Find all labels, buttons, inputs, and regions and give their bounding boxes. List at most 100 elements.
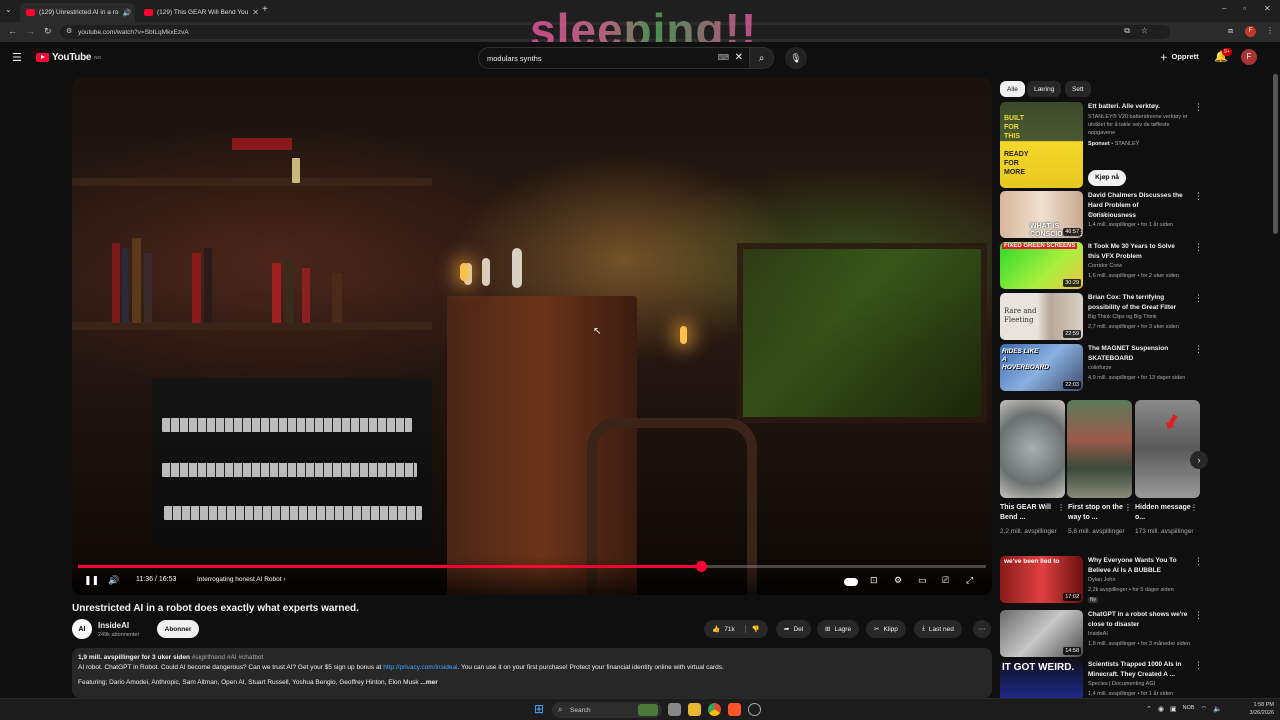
fullscreen-icon[interactable]: ⤢ bbox=[966, 575, 973, 586]
channel-name[interactable]: InsideAI bbox=[98, 621, 129, 630]
subscribe-button[interactable]: Abonner bbox=[157, 620, 199, 638]
clear-search-icon[interactable]: ✕ bbox=[735, 52, 743, 63]
windows-start-icon[interactable]: ⊞ bbox=[534, 702, 544, 716]
hashtags[interactable]: #sigirlfriend #AI #chatbot bbox=[192, 654, 264, 661]
short-thumbnail[interactable] bbox=[1000, 400, 1065, 498]
more-options-icon[interactable]: ⋮ bbox=[1194, 102, 1203, 113]
miniplayer-icon[interactable]: ▭ bbox=[918, 575, 927, 586]
ad-thumb-text: BUILT FOR THIS bbox=[1004, 115, 1025, 140]
clock[interactable]: 1:58 PM 3/26/2026 bbox=[1250, 701, 1274, 717]
duration-badge: 22:59 bbox=[1063, 330, 1081, 338]
close-window-icon[interactable]: ✕ bbox=[1264, 4, 1271, 13]
more-actions-button[interactable]: ⋯ bbox=[973, 620, 991, 638]
short-thumbnail[interactable]: ⬇ bbox=[1135, 400, 1200, 498]
file-explorer-icon[interactable] bbox=[688, 703, 701, 716]
description-box[interactable]: 1,9 mill. avspillinger for 3 uker siden … bbox=[72, 648, 992, 698]
chip-learning[interactable]: Læring bbox=[1027, 81, 1062, 97]
more-options-icon[interactable]: ⋮ bbox=[1057, 503, 1065, 512]
video-card-meta: 1,4 mill. avspillinger • for 1 år siden bbox=[1088, 222, 1174, 228]
description-link[interactable]: http://privacy.com/insideai bbox=[383, 664, 457, 671]
like-button[interactable]: 👍 71k 👎 bbox=[704, 620, 768, 638]
chip-watched[interactable]: Sett bbox=[1065, 81, 1091, 97]
more-options-icon[interactable]: ⋮ bbox=[1124, 503, 1132, 512]
app-icon[interactable] bbox=[748, 703, 761, 716]
search-button[interactable]: ⌕ bbox=[750, 47, 774, 69]
more-options-icon[interactable]: ⋮ bbox=[1194, 344, 1203, 355]
voice-search-button[interactable]: 🎙 bbox=[785, 47, 807, 69]
restore-icon[interactable]: ▫ bbox=[1243, 4, 1246, 13]
chip-all[interactable]: Alle bbox=[1000, 81, 1025, 97]
more-options-icon[interactable]: ⋮ bbox=[1194, 660, 1200, 671]
cast-icon[interactable]: ⎚ bbox=[942, 575, 949, 586]
brave-icon[interactable] bbox=[728, 703, 741, 716]
shorts-next-button[interactable]: › bbox=[1190, 451, 1208, 469]
subtitles-icon[interactable]: ⊡ bbox=[870, 575, 878, 586]
more-options-icon[interactable]: ⋮ bbox=[1194, 556, 1203, 567]
save-button[interactable]: ⊞ Lagre bbox=[817, 620, 860, 638]
chapter-title[interactable]: Interrogating honest AI Robot › bbox=[197, 576, 286, 583]
duration-badge: 17:02 bbox=[1063, 593, 1081, 601]
back-icon[interactable]: ← bbox=[8, 26, 17, 36]
account-avatar[interactable]: F bbox=[1241, 49, 1257, 65]
autoplay-toggle[interactable] bbox=[844, 578, 858, 586]
related-video-card[interactable]: Rare and Fleeting 22:59 Brian Cox: The t… bbox=[1000, 293, 1203, 341]
close-tab-icon[interactable]: ✕ bbox=[252, 8, 258, 17]
related-video-card[interactable]: RIDES LIKE A HOVERBOARD 22:03 The MAGNET… bbox=[1000, 344, 1203, 392]
install-icon[interactable]: ⧉ bbox=[1124, 26, 1130, 36]
forward-icon[interactable]: → bbox=[26, 26, 35, 36]
related-video-card[interactable]: FIXED GREEN SCREENS 30:29 It Took Me 30 … bbox=[1000, 242, 1203, 290]
profile-avatar[interactable]: F bbox=[1245, 26, 1256, 37]
task-view-icon[interactable] bbox=[668, 703, 681, 716]
taskbar-search-label: Search bbox=[570, 706, 591, 714]
notifications-button[interactable]: 🔔 9+ bbox=[1214, 48, 1232, 63]
system-tray[interactable]: ⌃ ◉ ▣ NOB ⌔ 🔈 bbox=[1146, 705, 1222, 714]
minimize-icon[interactable]: – bbox=[1222, 4, 1226, 13]
related-video-card[interactable]: 14:58 ChatGPT in a robot shows we're clo… bbox=[1000, 610, 1203, 658]
bookmark-star-icon[interactable]: ☆ bbox=[1141, 26, 1148, 35]
channel-avatar[interactable]: AI bbox=[72, 619, 92, 639]
volume-icon[interactable]: 🔊 bbox=[108, 575, 119, 586]
new-tab-icon[interactable]: + bbox=[262, 4, 268, 15]
taskbar-search[interactable]: ⌕ Search bbox=[552, 702, 662, 718]
ad-card[interactable]: BUILT FOR THIS READY FOR MORE Ett batter… bbox=[1000, 102, 1203, 190]
more-options-icon[interactable]: ⋮ bbox=[1194, 191, 1203, 202]
thumbs-down-icon[interactable]: 👎 bbox=[744, 625, 760, 633]
share-label: Del bbox=[793, 625, 804, 633]
related-video-card[interactable]: IT GOT WEIRD. Scientists Trapped 1000 AI… bbox=[1000, 660, 1200, 698]
page-scrollbar[interactable] bbox=[1273, 74, 1278, 234]
short-thumbnail[interactable] bbox=[1067, 400, 1132, 498]
more-options-icon[interactable]: ⋮ bbox=[1194, 242, 1203, 253]
speaker-icon[interactable]: 🔊 bbox=[122, 9, 131, 17]
progress-bar[interactable] bbox=[78, 561, 986, 572]
ad-buy-button[interactable]: Kjøp nå bbox=[1088, 170, 1126, 186]
browser-menu-icon[interactable]: ⋮ bbox=[1266, 26, 1274, 35]
tab-unrestricted-ai[interactable]: (129) Unrestricted AI in a ro 🔊 ✕ bbox=[20, 3, 135, 22]
related-video-card[interactable]: we've been lied to 17:02 Why Everyone Wa… bbox=[1000, 556, 1203, 604]
chrome-icon[interactable] bbox=[708, 703, 721, 716]
microphone-icon: 🎙 bbox=[790, 52, 802, 63]
more-options-icon[interactable]: ⋮ bbox=[1194, 293, 1203, 304]
extensions-icon[interactable]: ⧈ bbox=[1228, 26, 1233, 36]
create-button[interactable]: ＋ Opprett bbox=[1160, 52, 1199, 63]
pause-icon[interactable]: ❚❚ bbox=[84, 575, 99, 586]
related-video-card[interactable]: WHAT IS CONSCIOUSNESS 46:57 David Chalme… bbox=[1000, 191, 1203, 239]
settings-gear-icon[interactable]: ⚙ bbox=[894, 575, 902, 586]
search-input[interactable]: modulars synths ⌨ ✕ bbox=[478, 47, 750, 69]
show-more-link[interactable]: ...mer bbox=[420, 679, 437, 686]
tab-gear-video[interactable]: (129) This GEAR Will Bend You ✕ bbox=[138, 3, 258, 22]
tab-list-icon[interactable]: ⌄ bbox=[5, 5, 12, 14]
youtube-logo[interactable]: YouTube NO bbox=[36, 52, 101, 63]
video-frame-organ bbox=[152, 378, 432, 548]
progress-scrubber[interactable] bbox=[696, 561, 708, 572]
download-button[interactable]: ⤓ Last ned bbox=[914, 620, 962, 638]
site-info-icon[interactable]: ⚙ bbox=[66, 27, 72, 35]
reload-icon[interactable]: ↻ bbox=[44, 26, 52, 37]
video-player[interactable]: ↖ ❚❚ 🔊 11:36 / 16:53 Interrogating hones… bbox=[72, 78, 992, 595]
video-thumbnail: IT GOT WEIRD. bbox=[1000, 660, 1083, 698]
hamburger-menu-icon[interactable]: ☰ bbox=[12, 51, 22, 64]
clip-button[interactable]: ✂ Klipp bbox=[866, 620, 906, 638]
share-button[interactable]: ➦ Del bbox=[776, 620, 812, 638]
more-options-icon[interactable]: ⋮ bbox=[1194, 610, 1203, 621]
more-options-icon[interactable]: ⋮ bbox=[1190, 503, 1198, 512]
keyboard-icon[interactable]: ⌨ bbox=[717, 53, 729, 62]
